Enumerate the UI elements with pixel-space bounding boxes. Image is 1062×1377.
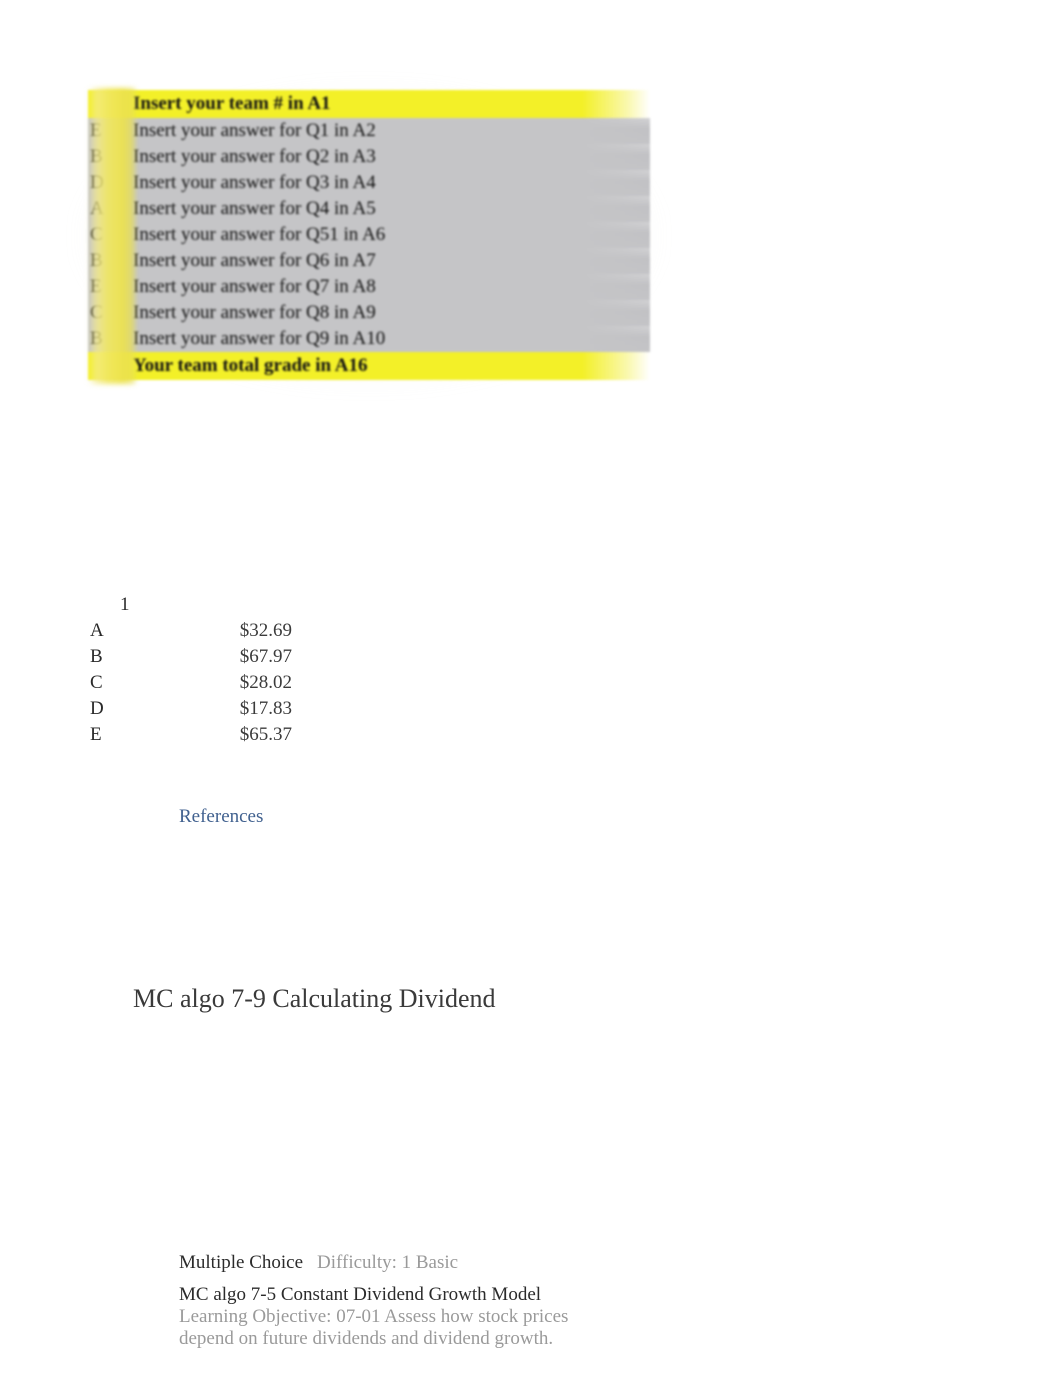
answer-key-row: B Insert your answer for Q2 in A3 — [88, 144, 650, 170]
answer-key-instruction: Insert your answer for Q1 in A2 — [133, 120, 376, 141]
answer-key-instruction: Insert your answer for Q2 in A3 — [133, 146, 376, 167]
answer-key-instruction: Insert your answer for Q51 in A6 — [133, 224, 386, 245]
metadata-type-line: Multiple Choice Difficulty: 1 Basic — [179, 1252, 587, 1274]
choice-row: A $32.69 — [90, 618, 350, 644]
choices-table-header-number: 1 — [120, 594, 130, 615]
algo-topic-label: MC algo 7-5 Constant Dividend Growth Mod… — [179, 1284, 542, 1305]
answer-key-letter: E — [90, 276, 102, 297]
answer-key-row: C Insert your answer for Q8 in A9 — [88, 300, 650, 326]
answer-key-instruction: Insert your answer for Q9 in A10 — [133, 328, 386, 349]
choices-table-body: A $32.69 B $67.97 C $28.02 D $17.83 E $65.37 — [90, 618, 350, 748]
answer-key-letter: B — [90, 250, 103, 271]
choices-table: 1 A $32.69 B $67.97 C $28.02 D $17.83 E $65.37 — [90, 592, 350, 748]
difficulty-label: Difficulty: 1 Basic — [317, 1252, 459, 1273]
answer-key-letter: C — [90, 302, 103, 323]
choice-value: $65.37 — [239, 724, 292, 745]
choice-value: $67.97 — [239, 646, 292, 667]
choice-letter: A — [90, 620, 104, 641]
choice-row: E $65.37 — [90, 722, 350, 748]
answer-key-rows: Insert your team # in A1 E Insert your ans… — [88, 90, 650, 380]
answer-key-instruction: Insert your answer for Q4 in A5 — [133, 198, 376, 219]
answer-key-block: Insert your team # in A1 E Insert your ans… — [88, 88, 650, 384]
answer-key-row: A Insert your answer for Q4 in A5 — [88, 196, 650, 222]
choice-value: $17.83 — [239, 698, 292, 719]
answer-key-instruction: Insert your answer for Q7 in A8 — [133, 276, 376, 297]
answer-key-letter: A — [90, 198, 104, 219]
answer-key-row: Your team total grade in A16 — [88, 352, 650, 380]
choice-letter: E — [90, 724, 102, 745]
question-title: MC algo 7-9 Calculating Dividend — [133, 984, 496, 1013]
choices-table-header-row: 1 — [90, 592, 350, 618]
choice-value: $28.02 — [239, 672, 292, 693]
answer-key-instruction: Your team total grade in A16 — [133, 355, 368, 376]
answer-key-letter: C — [90, 224, 103, 245]
answer-key-row: B Insert your answer for Q9 in A10 — [88, 326, 650, 352]
answer-key-letter: B — [90, 146, 103, 167]
question-type-label: Multiple Choice — [179, 1252, 304, 1273]
answer-key-letter: D — [90, 172, 104, 193]
answer-key-row: Insert your team # in A1 — [88, 90, 650, 118]
answer-key-row: C Insert your answer for Q51 in A6 — [88, 222, 650, 248]
choice-row: B $67.97 — [90, 644, 350, 670]
question-metadata-block: Multiple Choice Difficulty: 1 Basic MC al… — [179, 1252, 587, 1350]
answer-key-row: E Insert your answer for Q7 in A8 — [88, 274, 650, 300]
answer-key-instruction: Insert your team # in A1 — [133, 93, 331, 114]
references-link[interactable]: References — [179, 806, 263, 828]
choice-row: C $28.02 — [90, 670, 350, 696]
answer-key-row: D Insert your answer for Q3 in A4 — [88, 170, 650, 196]
choice-letter: D — [90, 698, 104, 719]
answer-key-letter: B — [90, 328, 103, 349]
learning-objective-label: Learning Objective: 07-01 Assess how sto… — [179, 1306, 569, 1349]
answer-key-instruction: Insert your answer for Q3 in A4 — [133, 172, 376, 193]
answer-key-instruction: Insert your answer for Q8 in A9 — [133, 302, 376, 323]
choice-value: $32.69 — [239, 620, 292, 641]
choice-row: D $17.83 — [90, 696, 350, 722]
metadata-objective-line: MC algo 7-5 Constant Dividend Growth Mod… — [179, 1284, 587, 1350]
choice-letter: B — [90, 646, 103, 667]
choice-letter: C — [90, 672, 103, 693]
answer-key-row: B Insert your answer for Q6 in A7 — [88, 248, 650, 274]
answer-key-letter: E — [90, 120, 102, 141]
answer-key-instruction: Insert your answer for Q6 in A7 — [133, 250, 376, 271]
answer-key-row: E Insert your answer for Q1 in A2 — [88, 118, 650, 144]
